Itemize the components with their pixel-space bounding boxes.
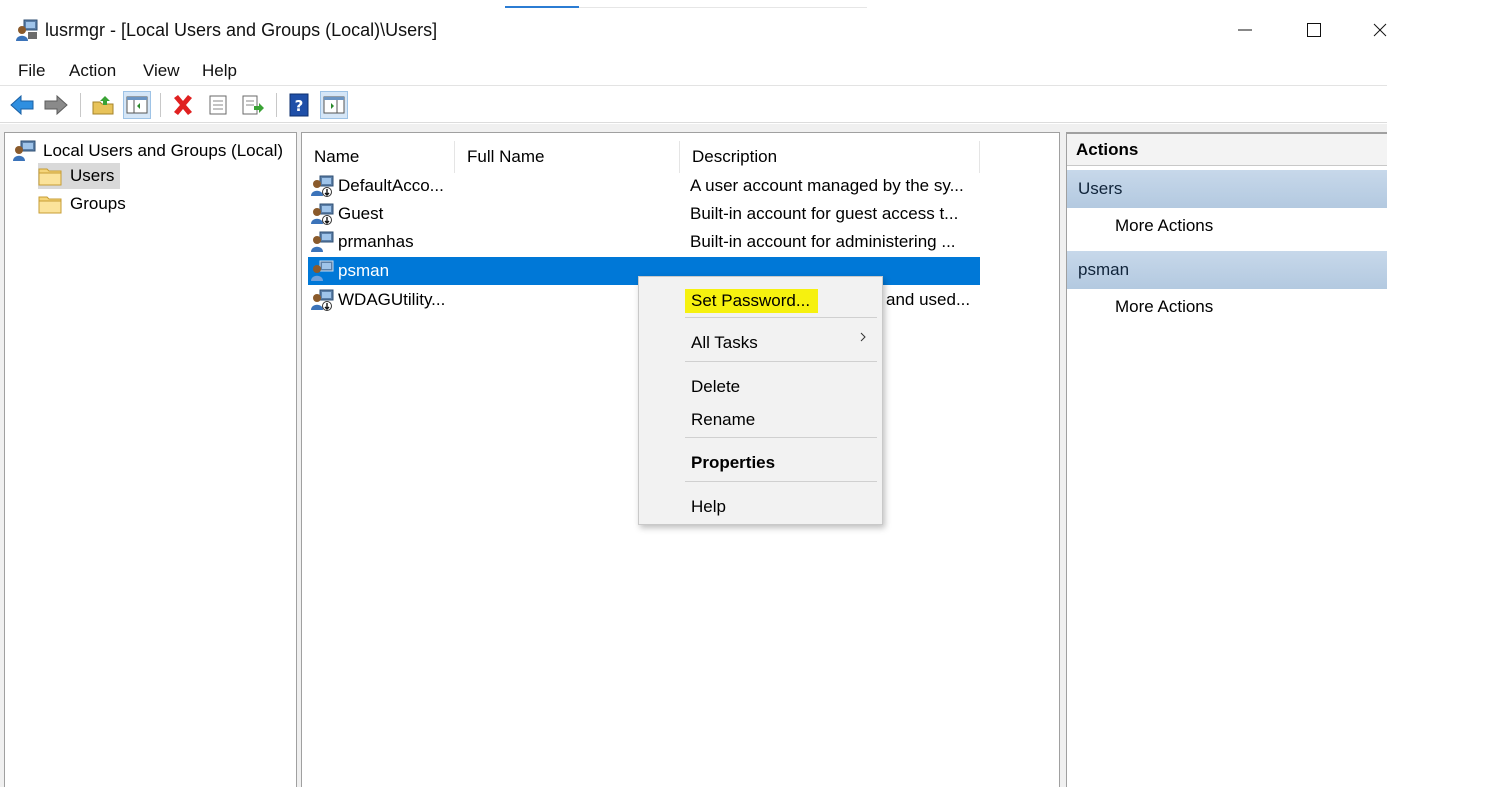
taskbar-accent <box>505 6 579 8</box>
menu-item-rename[interactable]: Rename <box>691 410 755 430</box>
folder-icon <box>38 196 62 214</box>
menu-separator <box>685 361 877 362</box>
menu-item-help[interactable]: Help <box>691 497 726 517</box>
export-list-button[interactable] <box>239 91 267 119</box>
menu-action[interactable]: Action <box>69 61 116 81</box>
actions-header: Actions <box>1067 134 1387 166</box>
computer-users-app-icon <box>16 19 38 41</box>
table-row[interactable]: DefaultAcco... A user account managed by… <box>308 172 980 200</box>
lusrmgr-window: lusrmgr - [Local Users and Groups (Local… <box>0 0 1387 787</box>
show-hide-action-pane-button[interactable] <box>320 91 348 119</box>
menu-help[interactable]: Help <box>202 61 237 81</box>
user-description: A user account managed by the sy... <box>690 176 964 195</box>
user-description: Built-in account for administering ... <box>690 232 956 251</box>
user-icon <box>311 231 334 252</box>
delete-icon <box>174 95 192 115</box>
window-title: lusrmgr - [Local Users and Groups (Local… <box>45 20 438 40</box>
svg-text:?: ? <box>295 97 304 115</box>
column-header-full-name[interactable]: Full Name <box>455 141 680 173</box>
help-button[interactable]: ? <box>285 91 313 119</box>
forward-icon <box>44 94 68 116</box>
show-hide-tree-icon <box>126 96 148 114</box>
column-header-name[interactable]: Name <box>302 141 455 173</box>
taskbar-line <box>579 7 867 8</box>
help-icon: ? <box>289 93 309 117</box>
export-list-icon <box>242 95 264 115</box>
user-description: Built-in account for guest access t... <box>690 204 959 223</box>
column-header-description[interactable]: Description <box>680 141 980 173</box>
desktop-background <box>1387 0 1485 787</box>
user-name: DefaultAcco... <box>338 176 444 195</box>
menu-separator <box>685 317 877 318</box>
menu-bar: File Action View Help <box>0 56 1387 86</box>
context-menu: Set Password... All Tasks Delete Rename … <box>638 276 883 525</box>
menu-item-properties[interactable]: Properties <box>691 453 775 473</box>
toolbar-separator <box>276 93 277 117</box>
more-actions-users[interactable]: More Actions <box>1115 216 1213 236</box>
show-hide-console-tree-button[interactable] <box>123 91 151 119</box>
forward-button[interactable] <box>42 91 70 119</box>
tree-item-users[interactable]: Users <box>38 163 121 189</box>
user-icon <box>311 203 334 225</box>
user-icon <box>311 289 334 311</box>
up-folder-icon <box>92 96 114 115</box>
user-description: and used... <box>886 290 971 309</box>
up-one-level-button[interactable] <box>89 91 117 119</box>
toolbar: ? <box>0 87 1387 123</box>
table-row[interactable]: prmanhas Built-in account for administer… <box>308 228 980 256</box>
table-row[interactable]: Guest Built-in account for guest access … <box>308 200 980 228</box>
menu-view[interactable]: View <box>143 61 180 81</box>
menu-separator <box>685 437 877 438</box>
user-name: WDAGUtility... <box>338 290 446 309</box>
menu-item-delete[interactable]: Delete <box>691 377 740 397</box>
actions-section-psman[interactable]: psman <box>1067 251 1387 289</box>
user-icon <box>311 175 334 197</box>
user-icon <box>311 260 334 281</box>
tree-root-label: Local Users and Groups (Local) <box>43 141 284 160</box>
folder-icon <box>38 168 62 186</box>
tree-item-groups[interactable]: Groups <box>38 191 132 217</box>
minimize-icon <box>1238 29 1252 31</box>
tree-item-label: Groups <box>70 194 126 213</box>
user-name: Guest <box>338 204 384 223</box>
toolbar-separator <box>80 93 81 117</box>
more-actions-psman[interactable]: More Actions <box>1115 297 1213 317</box>
show-hide-action-pane-icon <box>323 96 345 114</box>
menu-item-all-tasks[interactable]: All Tasks <box>691 333 758 353</box>
minimize-button[interactable] <box>1215 12 1275 48</box>
tree-item-label: Users <box>70 166 115 185</box>
user-name: prmanhas <box>338 232 414 251</box>
menu-separator <box>685 481 877 482</box>
delete-button[interactable] <box>169 91 197 119</box>
actions-pane: Actions Users More Actions psman More Ac… <box>1066 132 1387 787</box>
console-tree[interactable]: Local Users and Groups (Local) Users Gro… <box>4 132 297 787</box>
maximize-icon <box>1307 23 1321 37</box>
computer-users-icon <box>13 140 36 161</box>
title-bar[interactable]: lusrmgr - [Local Users and Groups (Local… <box>0 12 1387 50</box>
chevron-right-icon <box>860 332 866 342</box>
actions-section-users[interactable]: Users <box>1067 170 1387 208</box>
properties-button[interactable] <box>204 91 232 119</box>
close-button[interactable] <box>1350 12 1387 48</box>
properties-icon <box>209 95 227 115</box>
back-icon <box>10 94 34 116</box>
maximize-button[interactable] <box>1284 12 1344 48</box>
tree-root[interactable]: Local Users and Groups (Local) <box>11 139 283 163</box>
close-icon <box>1373 23 1387 37</box>
menu-item-set-password[interactable]: Set Password... <box>685 289 819 313</box>
user-name: psman <box>338 261 390 280</box>
menu-file[interactable]: File <box>18 61 45 81</box>
toolbar-separator <box>160 93 161 117</box>
back-button[interactable] <box>8 91 36 119</box>
